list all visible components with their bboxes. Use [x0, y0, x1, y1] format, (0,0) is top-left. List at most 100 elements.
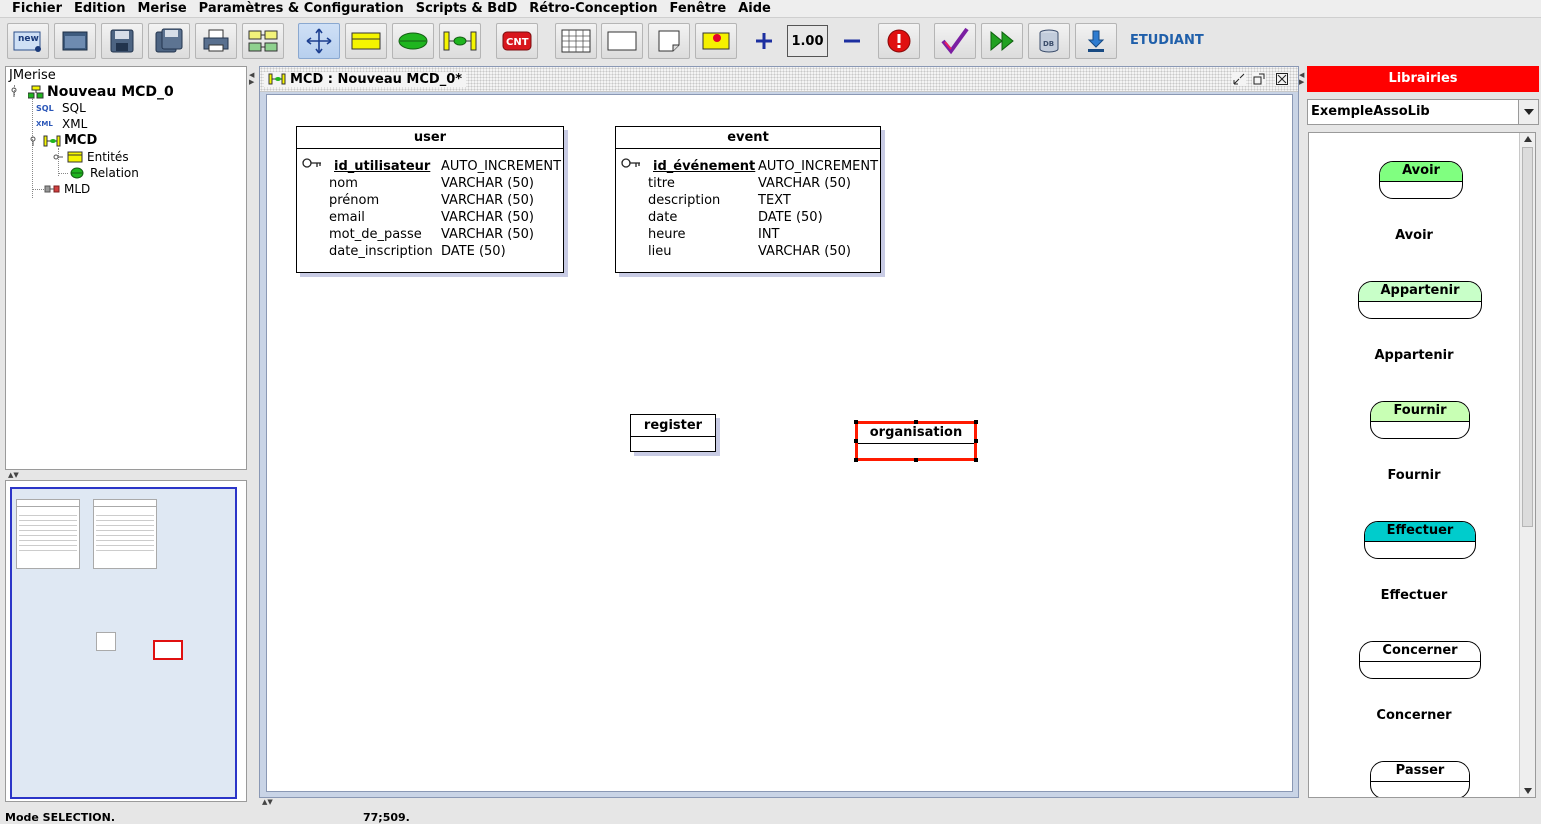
scroll-up-icon[interactable] — [1524, 136, 1532, 142]
attribute-name: description — [648, 193, 721, 208]
printer-icon — [203, 29, 229, 52]
diagram-layout-icon — [248, 30, 278, 52]
zoom-level: 1.00 — [787, 25, 828, 57]
entity-event[interactable]: event id_événement AUTO_INCREMENT titre … — [615, 126, 881, 273]
comment-icon — [702, 32, 730, 50]
link-tool-button[interactable] — [439, 23, 481, 59]
menu-aide[interactable]: Aide — [732, 0, 777, 18]
library-list: Avoir Avoir Appartenir Appartenir Fourni… — [1308, 132, 1536, 798]
tree-root[interactable]: JMerise — [9, 68, 56, 83]
library-item-appartenir[interactable]: Appartenir — [1358, 281, 1482, 319]
user-profile-label[interactable]: ETUDIANT — [1130, 33, 1204, 48]
library-item-avoir[interactable]: Avoir — [1379, 161, 1463, 199]
database-button[interactable]: DB — [1028, 23, 1070, 59]
entity-icon — [351, 32, 381, 50]
selection-handle[interactable] — [914, 420, 918, 424]
save-as-button[interactable] — [148, 23, 190, 59]
overview-entity-organisation — [153, 640, 183, 660]
document-title: MCD : Nouveau MCD_0* — [264, 71, 467, 87]
minimize-icon[interactable] — [1232, 72, 1246, 86]
generate-button[interactable] — [981, 23, 1023, 59]
attribute-type: VARCHAR (50) — [441, 193, 534, 208]
splitter-arrows-icon[interactable]: ◀ ▶ — [249, 72, 254, 86]
minus-icon — [844, 39, 860, 43]
library-item-concerner[interactable]: Concerner — [1359, 641, 1481, 679]
page-button[interactable] — [601, 23, 643, 59]
library-scroll-thumb[interactable] — [1522, 147, 1533, 527]
note-button[interactable] — [648, 23, 690, 59]
attribute-type: TEXT — [758, 193, 791, 208]
overview-entity-user — [16, 499, 80, 569]
selection-handle[interactable] — [854, 439, 858, 443]
comment-button[interactable] — [695, 23, 737, 59]
entity-tool-button[interactable] — [345, 23, 387, 59]
library-item-passer[interactable]: Passer — [1370, 761, 1470, 797]
overview-panel — [5, 480, 247, 802]
selection-handle[interactable] — [854, 420, 858, 424]
save-button[interactable] — [101, 23, 143, 59]
selection-handle[interactable] — [974, 458, 978, 462]
validate-error-button[interactable] — [878, 23, 920, 59]
menu-parametres[interactable]: Paramètres & Configuration — [193, 0, 410, 18]
library-item-caption: Fournir — [1387, 468, 1441, 483]
association-tool-button[interactable] — [392, 23, 434, 59]
library-item-caption: Concerner — [1376, 708, 1452, 723]
overview-viewport[interactable] — [10, 487, 237, 799]
cnt-button[interactable]: CNT — [496, 23, 538, 59]
close-icon[interactable] — [1275, 72, 1289, 86]
zoom-out-button[interactable] — [836, 23, 868, 59]
splitter-arrows-icon[interactable]: ▲▼ — [262, 799, 273, 806]
mcd-label: MCD — [64, 133, 98, 148]
menu-fichier[interactable]: Fichier — [0, 0, 68, 18]
chevron-down-icon[interactable] — [1518, 100, 1538, 124]
tree-item-mcd[interactable]: MCD — [29, 133, 97, 148]
zoom-in-button[interactable] — [748, 23, 780, 59]
attribute-type: DATE (50) — [758, 210, 823, 225]
layout-button[interactable] — [242, 23, 284, 59]
new-button[interactable]: new — [7, 23, 49, 59]
entity-user[interactable]: user id_utilisateur AUTO_INCREMENT nom V… — [296, 126, 564, 273]
open-button[interactable] — [54, 23, 96, 59]
library-item-fournir[interactable]: Fournir — [1370, 401, 1470, 439]
document-title-bar[interactable]: MCD : Nouveau MCD_0* — [260, 67, 1298, 92]
project-label: Nouveau MCD_0 — [47, 84, 174, 100]
splitter-arrows-icon[interactable]: ◀ ▶ — [1299, 72, 1304, 86]
overview-entity-register — [96, 632, 116, 651]
selection-handle[interactable] — [974, 420, 978, 424]
selection-handle[interactable] — [914, 458, 918, 462]
mcd-canvas[interactable]: user id_utilisateur AUTO_INCREMENT nom V… — [266, 94, 1293, 792]
library-scrollbar[interactable] — [1519, 133, 1535, 797]
tree-item-entities[interactable]: Entités — [53, 150, 129, 164]
tree-item-project[interactable]: Nouveau MCD_0 — [10, 84, 174, 100]
import-button[interactable] — [1075, 23, 1117, 59]
scroll-down-icon[interactable] — [1524, 788, 1532, 794]
tree-expand-icon[interactable] — [29, 136, 39, 146]
menu-fenetre[interactable]: Fenêtre — [664, 0, 733, 18]
maximize-icon[interactable] — [1252, 72, 1266, 86]
tree-item-xml[interactable]: XML XML — [36, 117, 87, 131]
tree-item-sql[interactable]: SQL SQL — [36, 101, 86, 115]
library-item-title: Passer — [1371, 762, 1469, 782]
entity-register[interactable]: register — [630, 414, 716, 452]
selection-handle[interactable] — [974, 439, 978, 443]
tree-item-mld[interactable]: MLD — [32, 182, 90, 196]
splitter-arrows-icon[interactable]: ▲▼ — [8, 472, 19, 479]
library-item-effectuer[interactable]: Effectuer — [1364, 521, 1476, 559]
tree-expand-icon[interactable] — [53, 152, 63, 162]
menu-edition[interactable]: Edition — [68, 0, 132, 18]
save-as-icon — [155, 28, 183, 53]
menu-scripts[interactable]: Scripts & BdD — [410, 0, 524, 18]
menu-retro-conception[interactable]: Rétro-Conception — [523, 0, 663, 18]
library-select[interactable]: ExempleAssoLib — [1307, 99, 1539, 125]
menu-merise[interactable]: Merise — [131, 0, 192, 18]
print-button[interactable] — [195, 23, 237, 59]
check-button[interactable] — [934, 23, 976, 59]
grid-button[interactable] — [555, 23, 597, 59]
tree-item-relation[interactable]: Relation — [58, 166, 139, 180]
entity-organisation[interactable]: organisation — [854, 420, 978, 462]
tree-expand-icon[interactable] — [10, 87, 20, 97]
constraint-icon: CNT — [502, 31, 532, 51]
select-tool-button[interactable] — [298, 23, 340, 59]
database-icon: DB — [1039, 29, 1059, 53]
selection-handle[interactable] — [854, 458, 858, 462]
